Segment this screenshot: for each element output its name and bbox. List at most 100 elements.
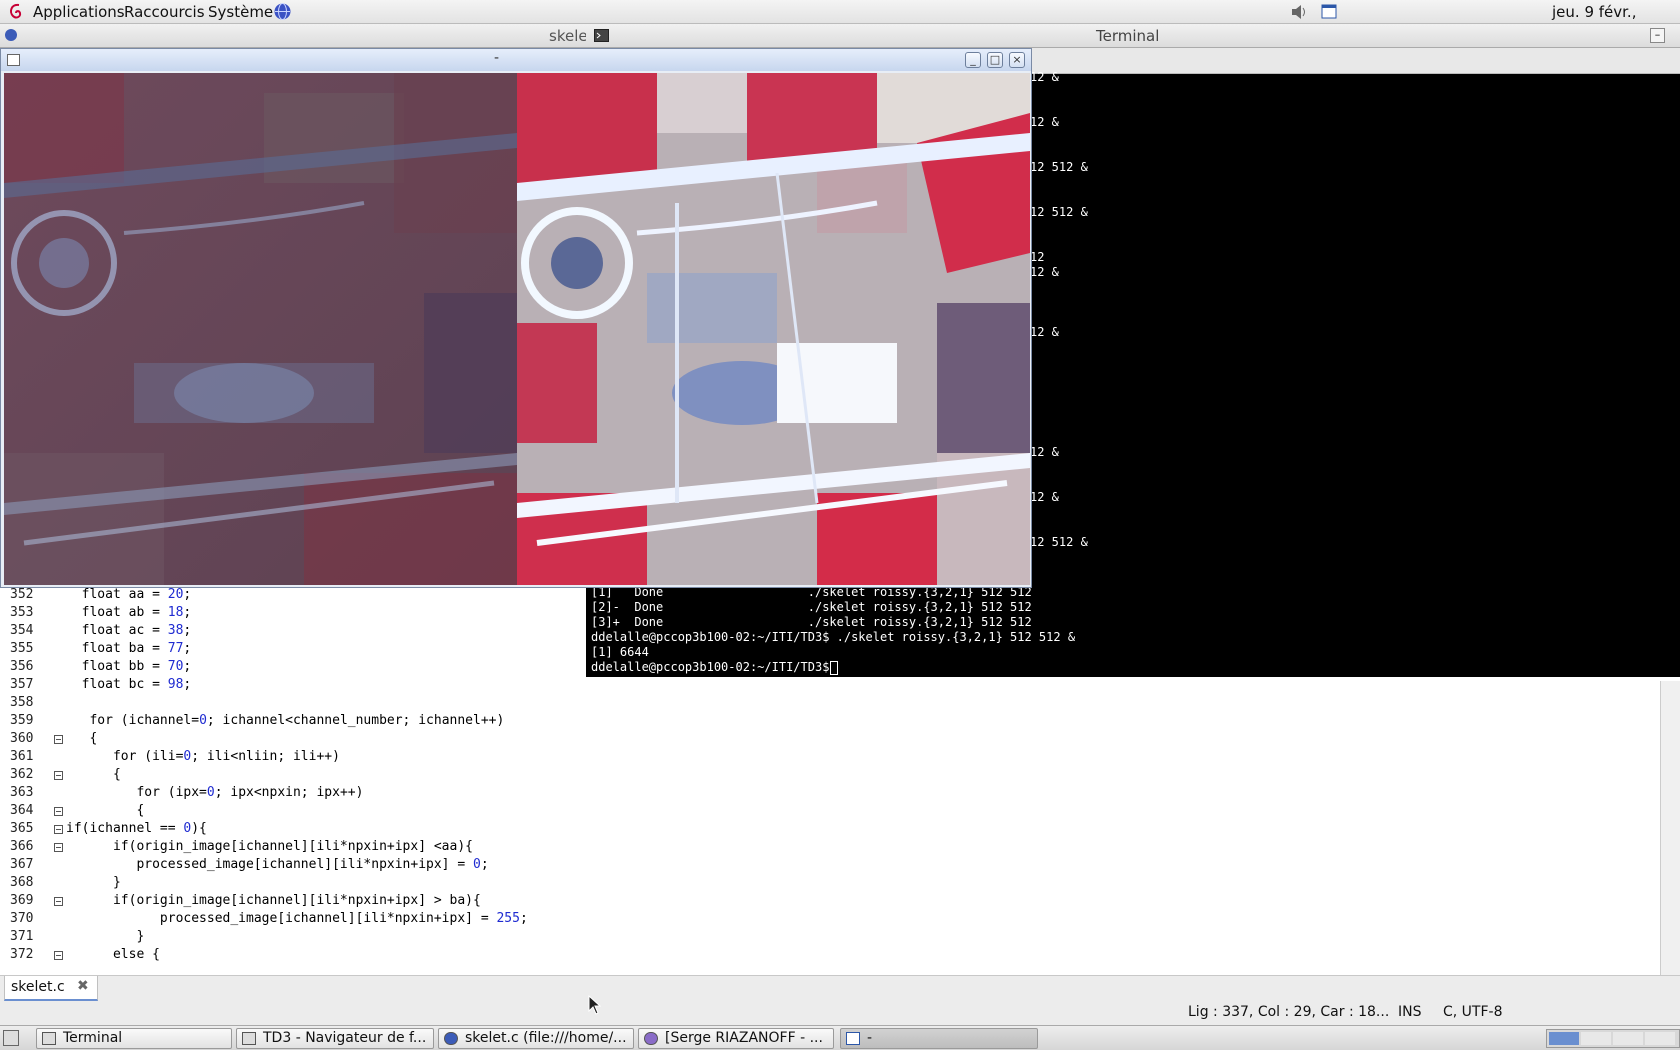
line-number: 354 [10, 623, 34, 638]
line-number: 367 [10, 857, 34, 872]
code-segment: } [66, 875, 121, 890]
line-number: 359 [10, 713, 34, 728]
task-file-browser[interactable]: TD3 - Navigateur de f... [236, 1028, 434, 1049]
minimize-icon[interactable]: _ [965, 52, 981, 68]
status-bar: Lig : 337, Col : 29, Car : 18... INS C, … [0, 995, 1680, 1025]
code-number: 18 [167, 605, 184, 620]
code-segment: if(origin_image[ichannel][ili*npxin+ipx]… [66, 839, 473, 854]
menu-applications[interactable]: Applications [33, 3, 125, 21]
code-text: float ac = 38; [66, 623, 192, 638]
code-segment: float ac = [66, 623, 168, 638]
code-line: 372 else { [0, 947, 1650, 965]
vertical-scrollbar[interactable] [1660, 681, 1680, 975]
task-label: - [867, 1030, 873, 1046]
volume-icon[interactable] [1290, 3, 1310, 21]
terminal-prompt: ddelalle@pccop3b100-02:~/ITI/TD3$ [591, 660, 837, 674]
line-number: 370 [10, 911, 34, 926]
code-segment: { [66, 803, 145, 818]
line-number: 352 [10, 587, 34, 602]
satellite-image-processed [517, 73, 1030, 585]
task-terminal[interactable]: Terminal [36, 1028, 232, 1049]
line-number: 353 [10, 605, 34, 620]
code-segment: ; [183, 587, 192, 602]
minimize-icon[interactable]: – [1650, 28, 1665, 43]
workspace-switcher[interactable] [1546, 1029, 1680, 1048]
code-text: for (ichannel=0; ichannel<channel_number… [66, 713, 504, 728]
terminal-line: 12 512 & [1030, 535, 1088, 549]
image-window: - _ □ × [0, 48, 1032, 588]
code-segment: { [66, 767, 121, 782]
code-segment: ){ [191, 821, 207, 836]
close-icon[interactable]: ✖ [77, 978, 89, 994]
line-number: 372 [10, 947, 34, 962]
network-globe-icon[interactable] [273, 2, 292, 21]
workspace-1[interactable] [1549, 1032, 1579, 1045]
terminal-output[interactable]: [1] Done ./skelet roissy.{3,2,1} 512 512… [586, 585, 1680, 677]
workspace-4[interactable] [1645, 1032, 1675, 1045]
code-segment: ; ili<nliin; ili++) [191, 749, 340, 764]
terminal-line: 12 & [1030, 115, 1059, 129]
folder-icon [242, 1032, 256, 1045]
workspace-2[interactable] [1581, 1032, 1611, 1045]
maximize-icon[interactable]: □ [987, 52, 1003, 68]
code-text: { [66, 803, 144, 818]
code-segment: if(origin_image[ichannel][ili*npxin+ipx]… [66, 893, 481, 908]
code-text: } [66, 929, 144, 944]
code-segment: float aa = [66, 587, 168, 602]
code-text: { [66, 731, 97, 746]
fold-toggle-icon[interactable] [54, 843, 63, 852]
terminal-line: [3]+ Done ./skelet roissy.{3,2,1} 512 51… [591, 615, 1032, 629]
fold-toggle-icon[interactable] [54, 735, 63, 744]
code-segment: float bb = [66, 659, 168, 674]
code-number: 0 [473, 857, 481, 872]
fold-toggle-icon[interactable] [54, 807, 63, 816]
task-label: [Serge RIAZANOFF - ... [665, 1030, 823, 1046]
top-panel: Applications Raccourcis Système jeu. 9 f… [0, 0, 1680, 39]
code-line: 368 } [0, 875, 1650, 893]
workspace-3[interactable] [1613, 1032, 1643, 1045]
task-editor[interactable]: skelet.c (file:///home/... [438, 1028, 634, 1049]
window-list-icon[interactable] [1321, 4, 1337, 19]
line-number: 369 [10, 893, 34, 908]
terminal-icon [42, 1032, 56, 1045]
terminal-line: 12 & [1030, 325, 1059, 339]
code-line: 359 for (ichannel=0; ichannel<channel_nu… [0, 713, 1650, 731]
terminal-cursor [830, 661, 838, 675]
fold-toggle-icon[interactable] [54, 825, 63, 834]
task-browser[interactable]: [Serge RIAZANOFF - ... [638, 1028, 834, 1049]
line-number: 362 [10, 767, 34, 782]
debian-swirl-icon[interactable] [8, 3, 24, 21]
editor-title: skele [549, 27, 588, 45]
close-icon[interactable]: × [1009, 52, 1025, 68]
cursor-position: Lig : 337, Col : 29, Car : 18... [1188, 1004, 1390, 1020]
menu-systeme[interactable]: Système [208, 3, 273, 21]
terminal-line: 12 512 & [1030, 205, 1088, 219]
code-line: 358 [0, 695, 1650, 713]
line-number: 363 [10, 785, 34, 800]
fold-toggle-icon[interactable] [54, 951, 63, 960]
code-text: for (ili=0; ili<nliin; ili++) [66, 749, 340, 764]
editor-titlebar[interactable]: skele [0, 24, 590, 48]
code-text: { [66, 767, 121, 782]
fold-toggle-icon[interactable] [54, 897, 63, 906]
language-encoding[interactable]: C, UTF-8 [1443, 1004, 1503, 1020]
fold-toggle-icon[interactable] [54, 771, 63, 780]
code-text: if(ichannel == 0){ [66, 821, 207, 836]
terminal-line: 12 & [1030, 445, 1059, 459]
terminal-titlebar[interactable]: Terminal – [586, 24, 1680, 48]
show-desktop-icon[interactable] [3, 1030, 19, 1046]
task-image-window[interactable]: - [840, 1028, 1038, 1049]
code-line: 357 float bc = 98; [0, 677, 1650, 695]
line-number: 355 [10, 641, 34, 656]
image-titlebar[interactable]: - _ □ × [1, 49, 1031, 71]
terminal-line: 12 & [1030, 70, 1059, 84]
code-line: 369 if(origin_image[ichannel][ili*npxin+… [0, 893, 1650, 911]
code-segment: float ab = [66, 605, 168, 620]
menu-raccourcis[interactable]: Raccourcis [124, 3, 205, 21]
insert-mode[interactable]: INS [1398, 1004, 1422, 1020]
code-number: 98 [167, 677, 184, 692]
code-segment: ; [183, 641, 192, 656]
code-number: 38 [167, 623, 184, 638]
tab-skelet-c[interactable]: skelet.c ✖ [4, 976, 98, 1001]
code-line: 371 } [0, 929, 1650, 947]
